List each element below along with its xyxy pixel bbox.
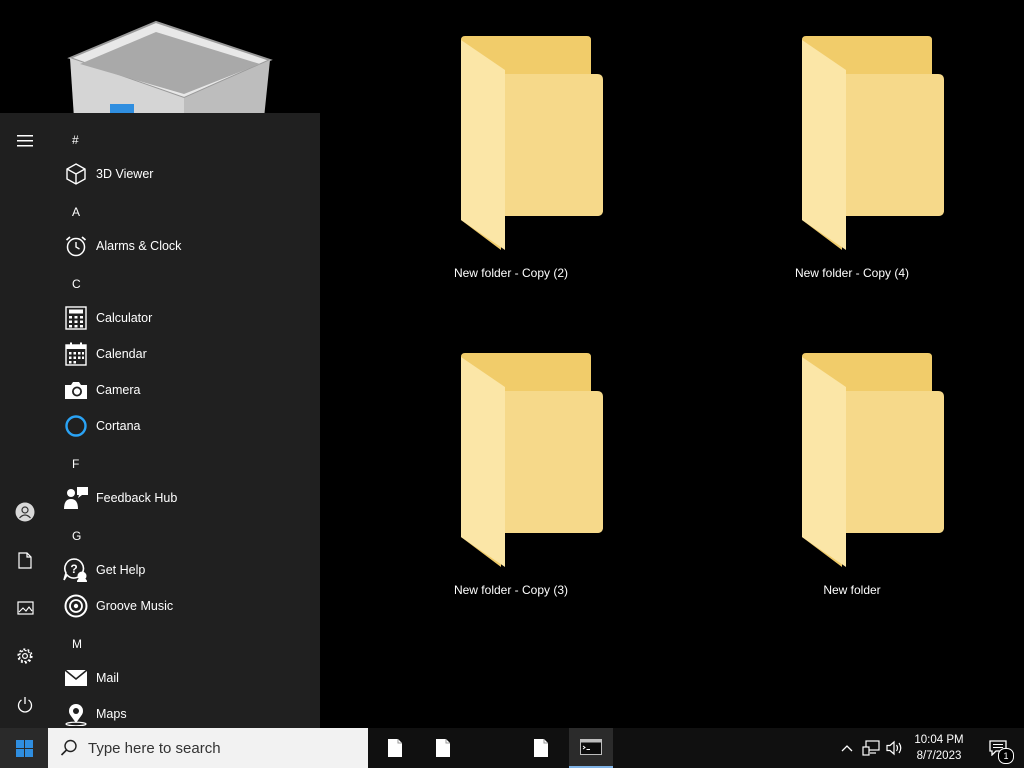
- search-input[interactable]: [86, 738, 350, 758]
- app-alarms-clock[interactable]: Alarms & Clock: [60, 229, 310, 263]
- desktop-folder-new-folder[interactable]: New folder: [752, 351, 952, 611]
- power-icon: [17, 696, 33, 713]
- mail-icon: [64, 669, 88, 686]
- section-header-f[interactable]: F: [72, 457, 79, 471]
- desktop-folder-copy-3[interactable]: New folder - Copy (3): [411, 351, 611, 611]
- feedback-hub-icon: [64, 487, 88, 509]
- app-list: # 3D Viewer A Alarms & Clock C Calculato…: [50, 113, 320, 728]
- search-icon: [60, 739, 78, 757]
- start-menu: # 3D Viewer A Alarms & Clock C Calculato…: [0, 113, 320, 728]
- app-maps[interactable]: Maps: [60, 697, 310, 728]
- documents-button[interactable]: [0, 540, 50, 580]
- cortana-icon: [65, 415, 87, 437]
- app-3d-viewer[interactable]: 3D Viewer: [60, 157, 310, 191]
- volume-button[interactable]: [884, 728, 906, 768]
- app-calendar[interactable]: Calendar: [60, 337, 310, 371]
- taskbar-clock[interactable]: 10:04 PM 8/7/2023: [908, 728, 970, 768]
- app-calculator[interactable]: Calculator: [60, 301, 310, 335]
- folder-icon: [461, 36, 603, 250]
- network-icon: [862, 740, 880, 756]
- taskbar-command-prompt[interactable]: [569, 728, 613, 768]
- alarm-clock-icon: [65, 236, 87, 257]
- maps-icon: [65, 704, 87, 726]
- pictures-button[interactable]: [0, 588, 50, 628]
- calendar-icon: [65, 342, 87, 366]
- folder-icon: [461, 353, 603, 567]
- notification-count-badge: 1: [998, 748, 1014, 764]
- show-hidden-icons-button[interactable]: [836, 728, 858, 768]
- chevron-up-icon: [841, 745, 853, 752]
- speaker-icon: [886, 740, 902, 756]
- folder-icon: [802, 353, 944, 567]
- clock-time: 10:04 PM: [914, 734, 964, 746]
- desktop-folder-copy-4[interactable]: New folder - Copy (4): [752, 34, 952, 294]
- recycle-bin-icon[interactable]: [64, 18, 276, 118]
- user-account-button[interactable]: [0, 492, 50, 532]
- app-feedback-hub[interactable]: Feedback Hub: [60, 481, 310, 515]
- section-header-m[interactable]: M: [72, 637, 82, 651]
- document-icon: [534, 739, 548, 757]
- settings-button[interactable]: [0, 636, 50, 676]
- taskbar-document-2[interactable]: [421, 728, 465, 768]
- start-menu-rail: [0, 113, 50, 728]
- document-icon: [18, 551, 32, 569]
- expand-menu-button[interactable]: [0, 121, 50, 161]
- taskbar: 10:04 PM 8/7/2023 1: [0, 728, 1024, 768]
- app-camera[interactable]: Camera: [60, 373, 310, 407]
- section-header-g[interactable]: G: [72, 529, 81, 543]
- taskbar-document-3[interactable]: [519, 728, 563, 768]
- folder-label: New folder - Copy (4): [794, 266, 910, 280]
- 3d-viewer-icon: [66, 163, 86, 185]
- calculator-icon: [65, 306, 87, 330]
- document-icon: [436, 739, 450, 757]
- folder-label: New folder: [823, 583, 881, 597]
- clock-date: 8/7/2023: [916, 750, 962, 762]
- document-icon: [388, 739, 402, 757]
- hamburger-icon: [17, 135, 33, 147]
- folder-icon: [802, 36, 944, 250]
- network-button[interactable]: [860, 728, 882, 768]
- power-button[interactable]: [0, 684, 50, 724]
- app-get-help[interactable]: ? Get Help: [60, 553, 310, 587]
- gear-icon: [17, 648, 33, 664]
- section-header-a[interactable]: A: [72, 205, 80, 219]
- app-cortana[interactable]: Cortana: [60, 409, 310, 443]
- svg-text:?: ?: [70, 562, 77, 576]
- folder-label: New folder - Copy (2): [453, 266, 569, 280]
- desktop-folder-copy-2[interactable]: New folder - Copy (2): [411, 34, 611, 294]
- windows-logo-icon: [15, 739, 33, 757]
- terminal-icon: [580, 739, 602, 755]
- folder-label: New folder - Copy (3): [453, 583, 569, 597]
- action-center-button[interactable]: 1: [978, 728, 1018, 768]
- get-help-icon: ?: [63, 558, 87, 582]
- section-header-c[interactable]: C: [72, 277, 81, 291]
- groove-music-icon: [64, 594, 88, 618]
- taskbar-search-box[interactable]: [48, 728, 368, 768]
- taskbar-document-1[interactable]: [373, 728, 417, 768]
- start-button[interactable]: [0, 728, 48, 768]
- section-header-hash[interactable]: #: [72, 133, 79, 147]
- pictures-icon: [16, 601, 34, 615]
- app-mail[interactable]: Mail: [60, 661, 310, 695]
- user-icon: [15, 502, 35, 522]
- camera-icon: [65, 382, 87, 399]
- app-groove-music[interactable]: Groove Music: [60, 589, 310, 623]
